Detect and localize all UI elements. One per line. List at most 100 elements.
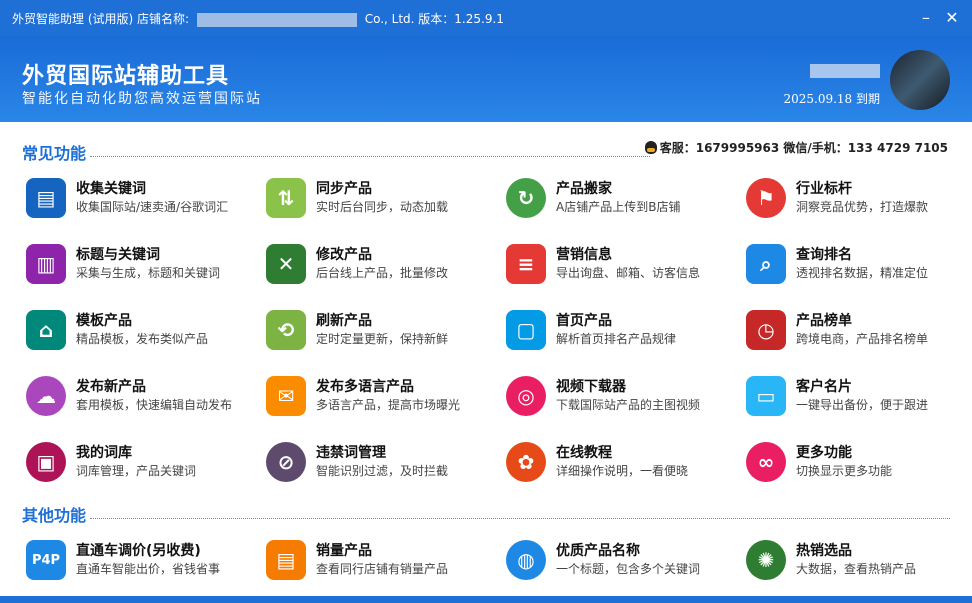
store-name-redacted [196,12,357,27]
feature-desc: 洞察竞品优势，打造爆款 [796,200,929,214]
feature-desc: 直通车智能出价，省钱省事 [76,562,221,576]
feature-desc: 一键导出备份，便于跟进 [796,398,929,412]
contact-info: 客服：1679995963 微信/手机：133 4729 7105 [644,139,948,156]
feature-wheel[interactable]: ✺ 热销选品 大数据，查看热销产品 [746,538,972,586]
handshake-icon: ✿ [506,442,546,482]
move-icon: ↻ [506,178,546,218]
contact-text: 客服：1679995963 微信/手机：133 4729 7105 [659,141,948,155]
feature-desc: 实时后台同步，动态加载 [316,200,449,214]
homepage-icon: ▢ [506,310,546,350]
feature-p4p[interactable]: P4P 直通车调价(另收费) 直通车智能出价，省钱省事 [26,538,256,586]
avatar[interactable] [890,50,950,110]
lifebuoy-icon: ◎ [506,376,546,416]
globe-icon: ◍ [506,540,546,580]
feature-name: 同步产品 [316,181,372,197]
feature-move[interactable]: ↻ 产品搬家 A店铺产品上传到B店铺 [506,176,736,224]
building-icon: ▥ [26,244,66,284]
feature-desc: 详细操作说明，一看便晓 [556,464,689,478]
feature-desc: 智能识别过滤，及时拦截 [316,464,449,478]
clock-icon: ◷ [746,310,786,350]
feature-monitor[interactable]: ▣ 我的词库 词库管理，产品关键词 [26,440,256,488]
feature-name: 销量产品 [316,543,372,559]
feature-document[interactable]: ≡ 营销信息 导出询盘、邮箱、访客信息 [506,242,736,290]
feature-folder[interactable]: ▤ 收集关键词收集国际站/速卖通/谷歌词汇 [26,176,256,224]
feature-link[interactable]: ∞ 更多功能切换显示更多功能 [746,440,972,488]
feature-name: 发布新产品 [76,379,146,395]
section-title-common: 常见功能 [22,144,87,163]
account-name-redacted [810,64,880,78]
tools-icon: ✕ [266,244,306,284]
feature-cloud-upload[interactable]: ☁ 发布新产品套用模板，快速编辑自动发布 [26,374,256,422]
expiry-date: 2025.09.18 到期 [783,92,880,106]
ban-icon: ⊘ [266,442,306,482]
feature-name: 营销信息 [556,247,612,263]
card-icon: ▭ [746,376,786,416]
feature-notebook[interactable]: ▤ 销量产品查看同行店铺有销量产品 [266,538,496,586]
app-title: 外贸国际站辅助工具 [22,64,230,89]
feature-house-mail[interactable]: ✉ 发布多语言产品多语言产品，提高市场曝光 [266,374,496,422]
feature-desc: A店铺产品上传到B店铺 [556,200,681,214]
feature-tools[interactable]: ✕ 修改产品 后台线上产品，批量修改 [266,242,496,290]
feature-name: 直通车调价(另收费) [76,543,201,559]
link-icon: ∞ [746,442,786,482]
feature-name: 优质产品名称 [556,543,640,559]
feature-homepage[interactable]: ▢ 首页产品解析首页排名产品规律 [506,308,736,356]
feature-desc: 收集国际站/速卖通/谷歌词汇 [76,200,229,214]
feature-building[interactable]: ▥ 标题与关键词 采集与生成，标题和关键词 [26,242,256,290]
feature-name: 收集关键词 [76,181,146,197]
refresh-icon: ⟲ [266,310,306,350]
feature-name: 模板产品 [76,313,132,329]
feature-name: 客户名片 [796,379,852,395]
monitor-icon: ▣ [26,442,66,482]
feature-name: 视频下载器 [556,379,626,395]
qq-penguin-icon [644,141,657,154]
search-icon: ⌕ [746,244,786,284]
section-title-other: 其他功能 [22,506,87,525]
feature-name: 刷新产品 [316,313,372,329]
cloud-upload-icon: ☁ [26,376,66,416]
feature-search[interactable]: ⌕ 查询排名 透视排名数据，精准定位 [746,242,972,290]
feature-name: 更多功能 [796,445,852,461]
feature-desc: 导出询盘、邮箱、访客信息 [556,266,701,280]
feature-card[interactable]: ▭ 客户名片一键导出备份，便于跟进 [746,374,972,422]
feature-desc: 解析首页排名产品规律 [556,332,677,346]
close-button[interactable]: ✕ [942,8,962,28]
window-title: 外贸智能助理 (试用版) 店铺名称: Co., Ltd. 版本：1.25.9.1 [12,10,504,27]
feature-desc: 切换显示更多功能 [796,464,893,478]
bottom-bar [0,596,972,603]
feature-handshake[interactable]: ✿ 在线教程 详细操作说明，一看便晓 [506,440,736,488]
template-icon: ⌂ [26,310,66,350]
app-slogan: 智能化自动化助您高效运营国际站 [22,91,262,107]
feature-flag[interactable]: ⚑ 行业标杆 洞察竞品优势，打造爆款 [746,176,972,224]
feature-desc: 多语言产品，提高市场曝光 [316,398,461,412]
feature-desc: 后台线上产品，批量修改 [316,266,449,280]
feature-template[interactable]: ⌂ 模板产品精品模板，发布类似产品 [26,308,256,356]
feature-name: 产品榜单 [796,313,852,329]
feature-desc: 套用模板，快速编辑自动发布 [76,398,233,412]
feature-globe[interactable]: ◍ 优质产品名称 一个标题，包含多个关键词 [506,538,736,586]
feature-desc: 精品模板，发布类似产品 [76,332,209,346]
feature-name: 我的词库 [76,445,132,461]
feature-name: 行业标杆 [796,181,852,197]
feature-desc: 下载国际站产品的主图视频 [556,398,701,412]
feature-desc: 透视排名数据，精准定位 [796,266,929,280]
feature-name: 发布多语言产品 [316,379,414,395]
feature-name: 热销选品 [796,543,852,559]
section-divider [90,156,650,157]
feature-name: 首页产品 [556,313,612,329]
folder-icon: ▤ [26,178,66,218]
feature-lifebuoy[interactable]: ◎ 视频下载器下载国际站产品的主图视频 [506,374,736,422]
house-mail-icon: ✉ [266,376,306,416]
feature-name: 标题与关键词 [76,247,160,263]
title-bar: 外贸智能助理 (试用版) 店铺名称: Co., Ltd. 版本：1.25.9.1… [0,0,972,36]
app-header: 外贸国际站辅助工具 智能化自动化助您高效运营国际站 2025.09.18 到期 [0,36,972,122]
cloud-sync-icon: ⇅ [266,178,306,218]
feature-desc: 查看同行店铺有销量产品 [316,562,449,576]
feature-refresh[interactable]: ⟲ 刷新产品 定时定量更新，保持新鲜 [266,308,496,356]
minimize-button[interactable]: – [916,8,936,28]
feature-cloud-sync[interactable]: ⇅ 同步产品实时后台同步，动态加载 [266,176,496,224]
feature-clock[interactable]: ◷ 产品榜单 跨境电商，产品排名榜单 [746,308,972,356]
wheel-icon: ✺ [746,540,786,580]
feature-ban[interactable]: ⊘ 违禁词管理 智能识别过滤，及时拦截 [266,440,496,488]
notebook-icon: ▤ [266,540,306,580]
